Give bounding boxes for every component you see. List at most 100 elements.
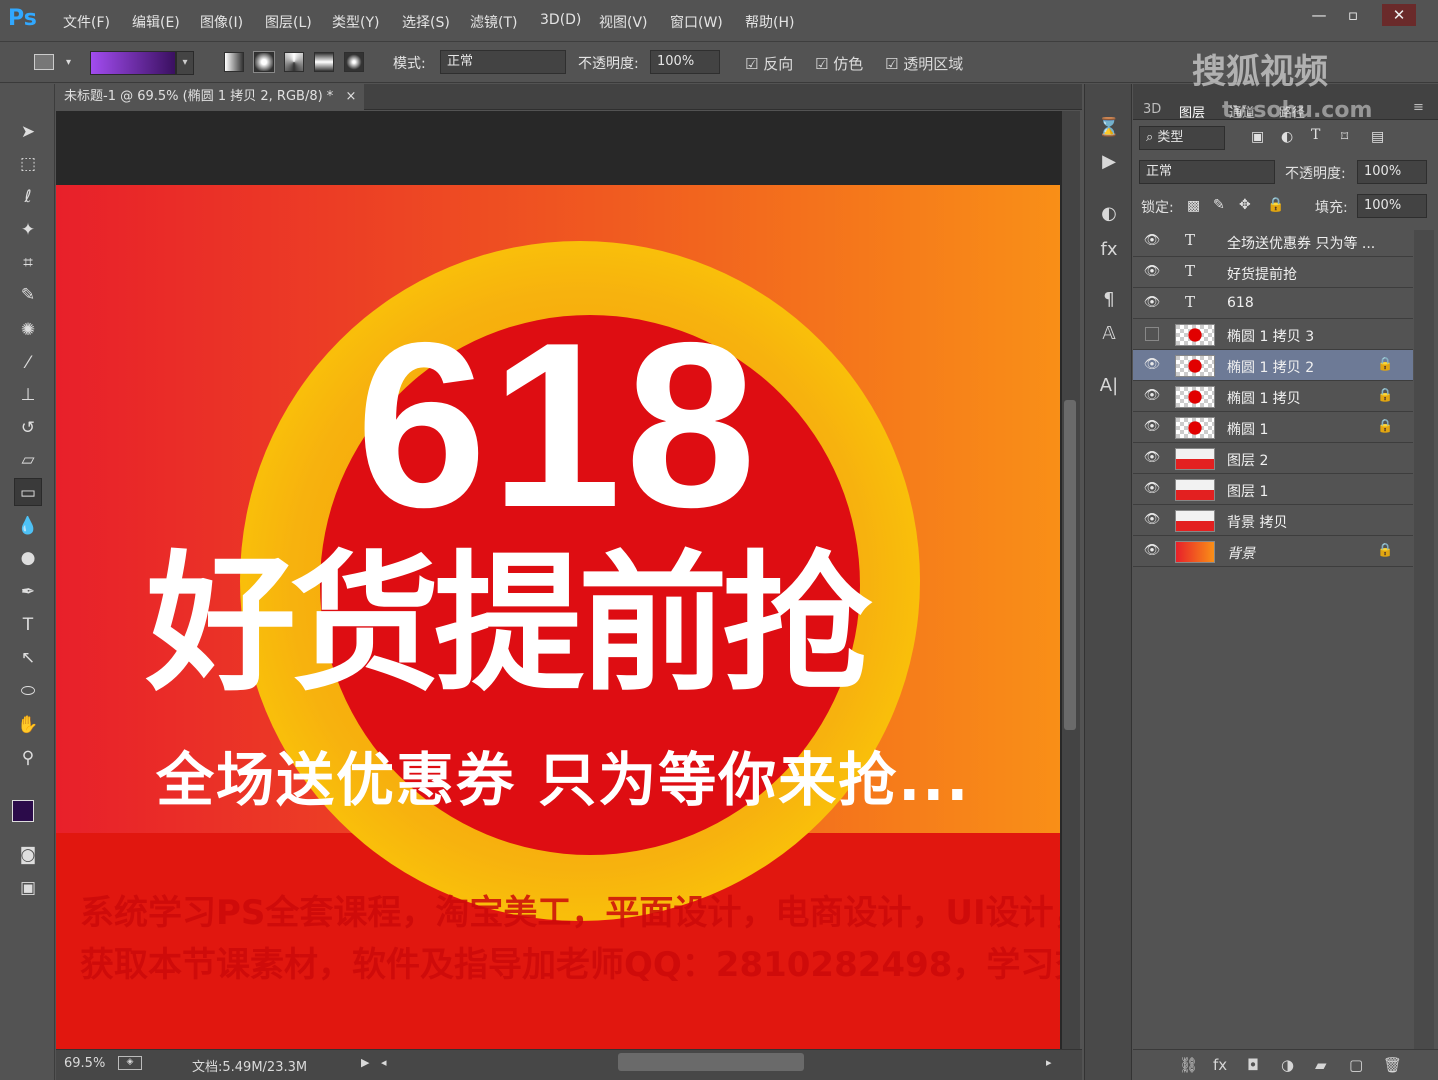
zoom-level[interactable]: 69.5% [64,1056,105,1071]
lock-transparent-icon[interactable]: ▩ [1187,198,1200,214]
history-brush-tool-icon[interactable]: ↺ [14,414,42,442]
visibility-eye-icon[interactable]: 👁 [1143,233,1161,249]
tab-3d[interactable]: 3D [1143,102,1161,117]
visibility-eye-icon[interactable]: 👁 [1143,512,1161,528]
layer-row[interactable]: 👁 椭圆 1 🔒 [1133,412,1413,443]
menu-3d[interactable]: 3D(D) [540,12,581,28]
scroll-right-icon[interactable]: ▸ [1046,1056,1052,1069]
marquee-tool-icon[interactable]: ⬚ [14,150,42,178]
angle-gradient-icon[interactable] [284,52,304,72]
menu-help[interactable]: 帮助(H) [745,12,794,32]
eyedropper-tool-icon[interactable]: ✎ [14,281,42,309]
eraser-tool-icon[interactable]: ▱ [14,446,42,474]
share-icon[interactable]: ◈ [118,1056,142,1070]
filter-type-icon[interactable]: T [1311,127,1320,143]
mode-select[interactable]: 正常 [440,50,566,74]
adjustments-panel-icon[interactable]: ◐ [1095,200,1123,228]
gradient-tool-icon[interactable]: ▭ [14,478,42,506]
transparency-checkbox[interactable]: ☑ 透明区域 [885,53,963,74]
radial-gradient-icon[interactable] [253,51,275,73]
type-tool-icon[interactable]: T [14,611,42,639]
layer-row[interactable]: 👁 T 618 [1133,288,1413,319]
visibility-eye-icon[interactable]: 👁 [1143,295,1161,311]
lock-position-icon[interactable]: ✥ [1239,197,1251,213]
layer-row[interactable]: 👁 图层 2 [1133,443,1413,474]
link-layers-icon[interactable]: ⛓ [1179,1056,1198,1074]
filter-adjustment-icon[interactable]: ◐ [1281,129,1293,145]
opacity-field[interactable]: 100% [650,50,720,74]
history-panel-icon[interactable]: ⌛ [1095,114,1123,142]
pen-tool-icon[interactable]: ✒ [14,578,42,606]
tab-layers[interactable]: 图层 [1179,102,1205,121]
healing-brush-tool-icon[interactable]: ✺ [14,316,42,344]
new-layer-icon[interactable]: ▢ [1349,1056,1363,1074]
diamond-gradient-icon[interactable] [344,52,364,72]
menu-file[interactable]: 文件(F) [63,12,110,32]
reverse-checkbox[interactable]: ☑ 反向 [745,53,793,74]
layers-scrollbar[interactable] [1414,230,1434,1050]
paragraph-panel-icon[interactable]: ¶ [1095,286,1123,314]
layer-row[interactable]: 椭圆 1 拷贝 3 [1133,319,1413,350]
canvas-vertical-scroll-thumb[interactable] [1064,400,1076,730]
dither-checkbox[interactable]: ☑ 仿色 [815,53,863,74]
character-styles-icon[interactable]: 𝔸 [1095,320,1123,348]
close-tab-icon[interactable]: × [345,89,356,104]
canvas-horizontal-scroll-thumb[interactable] [618,1053,804,1071]
close-button[interactable]: ✕ [1382,4,1416,26]
filter-pixel-icon[interactable]: ▣ [1251,129,1264,145]
blend-mode-select[interactable]: 正常 [1139,160,1275,184]
brush-tool-icon[interactable]: ⁄ [14,349,42,377]
move-tool-icon[interactable]: ➤ [14,118,42,146]
delete-layer-icon[interactable]: 🗑 [1383,1056,1402,1074]
minimize-button[interactable]: — [1302,4,1336,26]
gradient-picker[interactable] [90,51,176,75]
layer-filter-select[interactable]: ⌕ 类型 [1139,126,1225,150]
visibility-eye-icon[interactable]: 👁 [1143,388,1161,404]
document-tab[interactable]: 未标题-1 @ 69.5% (椭圆 1 拷贝 2, RGB/8) * × [56,84,365,110]
menu-select[interactable]: 选择(S) [402,12,450,32]
dodge-tool-icon[interactable]: ● [14,544,42,572]
add-mask-icon[interactable]: ◘ [1247,1056,1259,1074]
layer-row[interactable]: 👁 图层 1 [1133,474,1413,505]
visibility-eye-icon[interactable]: 👁 [1143,543,1161,559]
actions-panel-icon[interactable]: ▶ [1095,148,1123,176]
layer-row[interactable]: 👁 椭圆 1 拷贝 🔒 [1133,381,1413,412]
layer-style-icon[interactable]: fx [1213,1056,1227,1074]
menu-image[interactable]: 图像(I) [200,12,243,32]
quick-mask-icon[interactable]: ◙ [14,841,42,869]
restore-button[interactable]: ▫ [1336,4,1370,26]
menu-layer[interactable]: 图层(L) [265,12,312,32]
fill-field[interactable]: 100% [1357,194,1427,218]
menu-type[interactable]: 类型(Y) [332,12,379,32]
layer-row[interactable]: 👁 椭圆 1 拷贝 2 🔒 [1133,350,1413,381]
zoom-tool-icon[interactable]: ⚲ [14,744,42,772]
canvas-area[interactable]: 618 好货提前抢 全场送优惠券 只为等你来抢... 系统学习PS全套课程，淘宝… [56,111,1062,1049]
ellipse-tool-icon[interactable]: ⬭ [14,677,42,705]
tool-preset-icon[interactable] [34,54,54,70]
layer-row[interactable]: 👁 T 好货提前抢 [1133,257,1413,288]
new-group-icon[interactable]: ▰ [1315,1056,1327,1074]
filter-smart-object-icon[interactable]: ▤ [1371,129,1384,145]
chevron-down-icon[interactable]: ▾ [66,57,71,68]
lock-all-icon[interactable]: 🔒 [1267,197,1284,213]
clone-stamp-tool-icon[interactable]: ⊥ [14,381,42,409]
visibility-eye-icon[interactable]: 👁 [1143,481,1161,497]
menu-view[interactable]: 视图(V) [599,12,648,32]
filter-shape-icon[interactable]: ⌑ [1341,129,1348,145]
layer-opacity-field[interactable]: 100% [1357,160,1427,184]
new-adjustment-icon[interactable]: ◑ [1281,1056,1294,1074]
path-selection-tool-icon[interactable]: ↖ [14,644,42,672]
crop-tool-icon[interactable]: ⌗ [14,249,42,277]
lasso-tool-icon[interactable]: ℓ [14,183,42,211]
status-menu-arrow-icon[interactable]: ▶ [361,1056,369,1069]
menu-filter[interactable]: 滤镜(T) [470,12,517,32]
visibility-eye-icon[interactable]: 👁 [1143,419,1161,435]
visibility-eye-icon[interactable]: 👁 [1143,357,1161,373]
screen-mode-icon[interactable]: ▣ [14,874,42,902]
visibility-eye-icon[interactable]: 👁 [1143,450,1161,466]
linear-gradient-icon[interactable] [224,52,244,72]
styles-panel-icon[interactable]: fx [1095,236,1123,264]
panel-menu-icon[interactable]: ≡ [1413,100,1424,115]
lock-image-icon[interactable]: ✎ [1213,197,1225,213]
character-panel-icon[interactable]: A| [1095,372,1123,400]
